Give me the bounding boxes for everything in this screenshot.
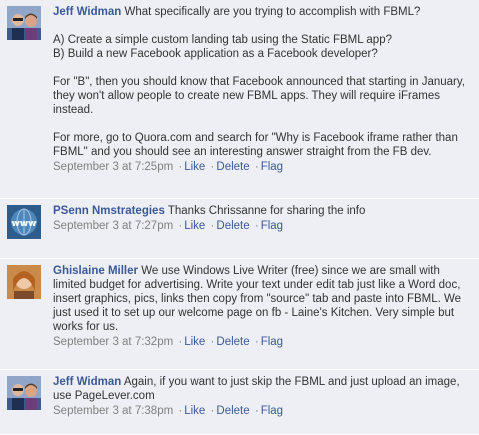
comment-body: Jeff Widman Again, if you want to just s… xyxy=(53,375,471,403)
user-photo-icon[interactable] xyxy=(7,6,41,40)
comment-text: Thanks Chrissanne for sharing the info xyxy=(167,205,366,217)
flag-link[interactable]: Flag xyxy=(261,220,283,232)
flag-link[interactable]: Flag xyxy=(261,405,283,417)
separator-dot: · xyxy=(254,220,259,232)
comment-item: Jeff Widman What specifically are you tr… xyxy=(0,0,479,199)
comment-text: A) Create a simple custom landing tab us… xyxy=(53,34,392,60)
comment-item: Jeff Widman Again, if you want to just s… xyxy=(0,370,479,435)
delete-link[interactable]: Delete xyxy=(216,336,249,348)
comment-timestamp[interactable]: September 3 at 7:32pm xyxy=(53,336,173,348)
comment-body: Ghislaine Miller We use Windows Live Wri… xyxy=(53,264,471,334)
like-link[interactable]: Like xyxy=(184,336,205,348)
comment-meta: September 3 at 7:38pm · Like · Delete · Fla… xyxy=(53,404,471,419)
comment-author-link[interactable]: Jeff Widman xyxy=(53,6,121,18)
comment-timestamp[interactable]: September 3 at 7:27pm xyxy=(53,220,173,232)
comment-body: Jeff Widman What specifically are you tr… xyxy=(53,5,471,159)
separator-dot: · xyxy=(254,405,259,417)
like-link[interactable]: Like xyxy=(184,405,205,417)
comment-text: For more, go to Quora.com and search for… xyxy=(53,132,458,158)
delete-link[interactable]: Delete xyxy=(216,161,249,173)
like-link[interactable]: Like xyxy=(184,220,205,232)
comment-body: PSenn Nmstrategies Thanks Chrissanne for… xyxy=(53,204,471,218)
user-photo-icon[interactable] xyxy=(7,376,41,410)
comment-text: For "B", then you should know that Faceb… xyxy=(53,76,465,116)
comment-item: www PSenn Nmstrategies Thanks Chrissanne… xyxy=(0,199,479,259)
comment-item: Ghislaine Miller We use Windows Live Wri… xyxy=(0,259,479,370)
comment-author-link[interactable]: Ghislaine Miller xyxy=(53,265,138,277)
comment-thread: Jeff Widman What specifically are you tr… xyxy=(0,0,479,435)
svg-text:www: www xyxy=(12,219,37,229)
flag-link[interactable]: Flag xyxy=(261,161,283,173)
comment-meta: September 3 at 7:25pm · Like · Delete · Fla… xyxy=(53,160,471,175)
comment-meta: September 3 at 7:27pm · Like · Delete · Fla… xyxy=(53,219,471,234)
like-link[interactable]: Like xyxy=(184,161,205,173)
comment-author-link[interactable]: PSenn Nmstrategies xyxy=(53,205,165,217)
comment-meta: September 3 at 7:32pm · Like · Delete · Fla… xyxy=(53,335,471,350)
delete-link[interactable]: Delete xyxy=(216,220,249,232)
comment-text: What specifically are you trying to acco… xyxy=(124,6,421,18)
comment-timestamp[interactable]: September 3 at 7:25pm xyxy=(53,161,173,173)
separator-dot: · xyxy=(254,161,259,173)
comment-author-link[interactable]: Jeff Widman xyxy=(53,376,121,388)
user-photo-icon[interactable] xyxy=(7,265,41,299)
separator-dot: · xyxy=(254,336,259,348)
www-globe-icon[interactable]: www xyxy=(7,205,41,239)
comment-timestamp[interactable]: September 3 at 7:38pm xyxy=(53,405,173,417)
flag-link[interactable]: Flag xyxy=(261,336,283,348)
delete-link[interactable]: Delete xyxy=(216,405,249,417)
